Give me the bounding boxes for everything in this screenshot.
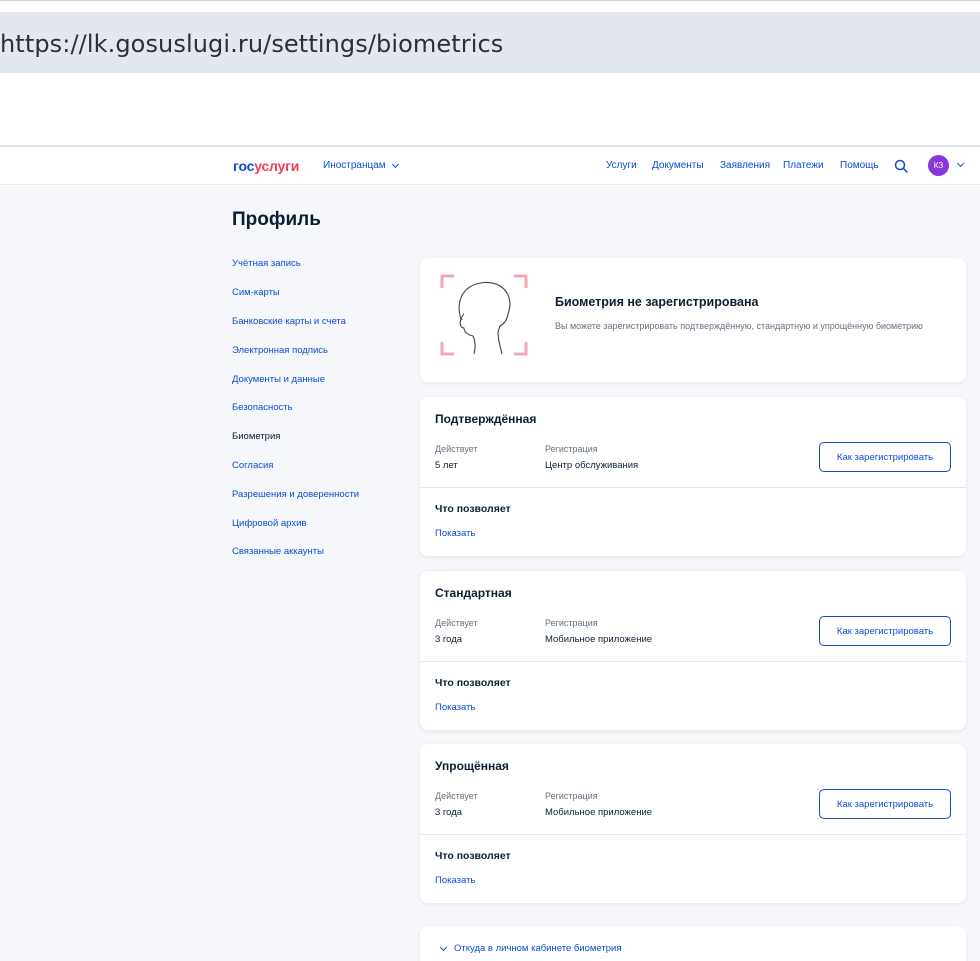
- allows-title: Что позволяет: [435, 850, 511, 862]
- logo-part-uslugi: услуги: [254, 158, 300, 174]
- card-divider: [420, 487, 966, 488]
- registration-value: Мобильное приложение: [545, 807, 653, 818]
- card-divider: [420, 661, 966, 662]
- biometry-card-standard: Стандартная Действует 3 года Регистрация…: [420, 571, 966, 730]
- valid-value: 3 года: [435, 634, 463, 645]
- sidebar-item-documents[interactable]: Документы и данные: [232, 374, 325, 385]
- allows-title: Что позволяет: [435, 503, 511, 515]
- show-link[interactable]: Показать: [435, 875, 475, 886]
- registration-value: Центр обслуживания: [545, 460, 639, 471]
- registration-value: Мобильное приложение: [545, 634, 653, 645]
- sidebar-item-e-signature[interactable]: Электронная подпись: [232, 345, 328, 356]
- registration-label: Регистрация: [545, 791, 598, 801]
- logo-part-gos: гос: [233, 158, 255, 174]
- sidebar-item-linked-accounts[interactable]: Связанные аккаунты: [232, 546, 324, 557]
- sidebar-item-digital-archive[interactable]: Цифровой архив: [232, 518, 306, 529]
- browser-blank-area: [0, 73, 980, 146]
- sidebar-item-bank-cards[interactable]: Банковские карты и счета: [232, 316, 346, 327]
- gosuslugi-logo[interactable]: госуслуги: [233, 158, 299, 174]
- sidebar-item-biometrics[interactable]: Биометрия: [232, 431, 280, 442]
- how-to-register-button[interactable]: Как зарегистрировать: [819, 442, 951, 472]
- card-title: Подтверждённая: [435, 412, 537, 426]
- biometry-status-card: Биометрия не зарегистрирована Вы можете …: [420, 258, 966, 382]
- biometry-origin-label: Откуда в личном кабинете биометрия: [454, 943, 622, 954]
- nav-documents[interactable]: Документы: [652, 160, 704, 171]
- sidebar-item-permissions[interactable]: Разрешения и доверенности: [232, 489, 359, 500]
- nav-services[interactable]: Услуги: [606, 160, 637, 171]
- foreigners-menu[interactable]: Иностранцам: [323, 160, 399, 171]
- sidebar-item-sim-cards[interactable]: Сим-карты: [232, 287, 280, 298]
- registration-label: Регистрация: [545, 618, 598, 628]
- url-text[interactable]: https://lk.gosuslugi.ru/settings/biometr…: [0, 30, 503, 58]
- biometry-card-simplified: Упрощённая Действует 3 года Регистрация …: [420, 744, 966, 903]
- user-avatar[interactable]: КЗ: [928, 155, 949, 176]
- browser-top-edge: [0, 0, 980, 1]
- biometry-card-confirmed: Подтверждённая Действует 5 лет Регистрац…: [420, 397, 966, 556]
- chevron-down-icon: [391, 160, 399, 168]
- site-header: госуслуги Иностранцам Услуги Документы З…: [0, 147, 980, 185]
- valid-label: Действует: [435, 444, 478, 454]
- card-title: Стандартная: [435, 586, 512, 600]
- chevron-down-icon[interactable]: [956, 159, 965, 168]
- page-title: Профиль: [232, 209, 321, 230]
- nav-applications[interactable]: Заявления: [720, 160, 770, 171]
- sidebar-item-consents[interactable]: Согласия: [232, 460, 273, 471]
- how-to-register-button[interactable]: Как зарегистрировать: [819, 789, 951, 819]
- status-description: Вы можете зарегистрировать подтверждённу…: [555, 321, 923, 331]
- allows-title: Что позволяет: [435, 677, 511, 689]
- sidebar-item-security[interactable]: Безопасность: [232, 402, 293, 413]
- sidebar-item-account[interactable]: Учётная запись: [232, 258, 301, 269]
- card-title: Упрощённая: [435, 759, 509, 773]
- face-scan-icon: [440, 274, 528, 356]
- nav-help[interactable]: Помощь: [840, 160, 879, 171]
- biometry-origin-card: Откуда в личном кабинете биометрия: [420, 926, 966, 961]
- valid-value: 5 лет: [435, 460, 458, 471]
- foreigners-label: Иностранцам: [323, 160, 386, 171]
- valid-label: Действует: [435, 618, 478, 628]
- valid-label: Действует: [435, 791, 478, 801]
- chevron-down-icon: [439, 943, 448, 951]
- biometry-origin-link[interactable]: Откуда в личном кабинете биометрия: [438, 943, 621, 954]
- card-divider: [420, 834, 966, 835]
- valid-value: 3 года: [435, 807, 463, 818]
- status-title: Биометрия не зарегистрирована: [555, 295, 759, 309]
- show-link[interactable]: Показать: [435, 528, 475, 539]
- show-link[interactable]: Показать: [435, 702, 475, 713]
- how-to-register-button[interactable]: Как зарегистрировать: [819, 616, 951, 646]
- nav-payments[interactable]: Платежи: [783, 160, 824, 171]
- registration-label: Регистрация: [545, 444, 598, 454]
- search-icon[interactable]: [894, 159, 908, 173]
